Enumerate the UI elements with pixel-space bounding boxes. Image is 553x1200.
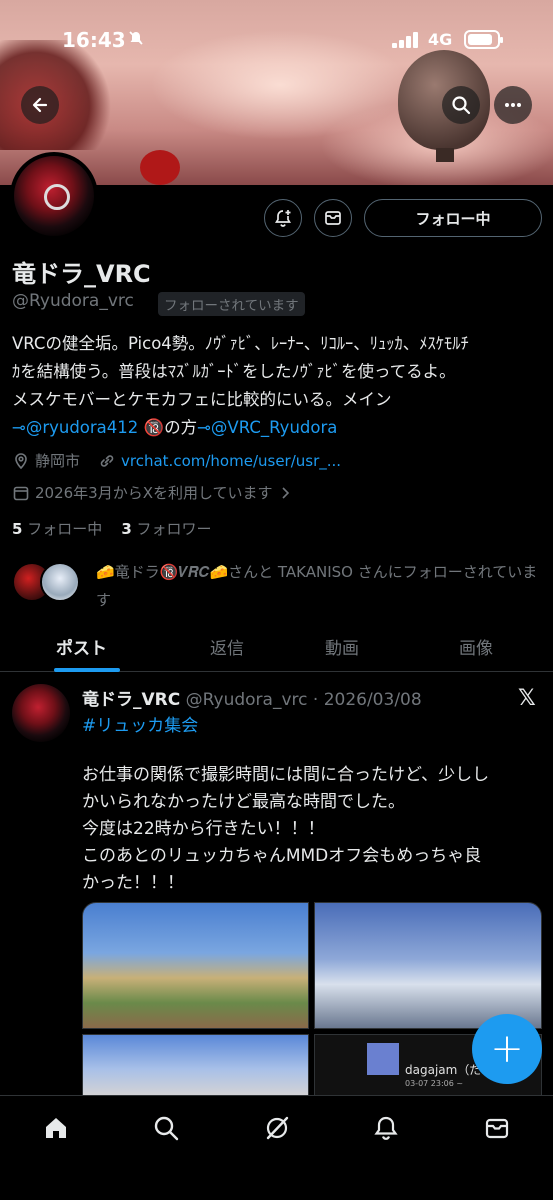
post-image[interactable] — [314, 902, 542, 1029]
bio-text: 🔞の方 — [138, 418, 198, 437]
tab-videos[interactable]: 動画 — [325, 634, 359, 659]
post-avatar[interactable] — [12, 684, 70, 742]
follow-counts: 5 フォロー中 3 フォロワー — [12, 518, 212, 539]
post-line: 今度は22時から行きたい！！！ — [82, 819, 325, 839]
post-line: お仕事の関係で撮影時間には間に合ったけど、少しし — [82, 765, 490, 785]
website-link[interactable]: vrchat.com/home/user/usr_... — [121, 452, 341, 470]
post-image[interactable] — [82, 902, 309, 1029]
bio-line: VRCの健全垢。Pico4勢。ﾉｳﾞｧﾋﾞ、ﾚｰﾅｰ、ﾘｺﾙｰ、ﾘｭｯｶ、ﾒｽｹ… — [12, 334, 469, 353]
post-text: お仕事の関係で撮影時間には間に合ったけど、少しし かいられなかったけど最高な時間… — [82, 762, 542, 897]
more-button[interactable] — [494, 86, 532, 124]
chevron-right-icon — [281, 486, 289, 499]
joined-text: 2026年3月からXを利用しています — [35, 484, 273, 502]
network-label: 4G — [428, 30, 453, 49]
messages-icon[interactable] — [481, 1112, 513, 1144]
location-text: 静岡市 — [35, 452, 81, 470]
followers-link[interactable]: 3 フォロワー — [121, 520, 211, 538]
post-image[interactable] — [82, 1034, 309, 1104]
post-author[interactable]: 竜ドラ_VRC — [82, 690, 180, 710]
bio-link-main[interactable]: @ryudora412 — [26, 418, 138, 437]
post-line: かった！！！ — [82, 873, 184, 893]
message-button[interactable] — [314, 199, 352, 237]
compose-button[interactable]: + — [472, 1014, 542, 1084]
search-button[interactable] — [442, 86, 480, 124]
signal-icon — [392, 32, 420, 48]
bio-line: ⊸@ryudora412 🔞の方⊸@VRC_Ryudora — [12, 418, 338, 437]
status-time: 16:43 — [62, 28, 126, 52]
location-row: 静岡市 vrchat.com/home/user/usr_... — [12, 450, 341, 471]
bio-line: メスケモバーとケモカフェに比較的にいる。メイン — [12, 390, 392, 409]
handle: @Ryudora_vrc — [12, 291, 134, 311]
joined-row[interactable]: 2026年3月からXを利用しています — [12, 482, 296, 503]
x-logo-icon: 𝕏 — [518, 686, 536, 711]
post-handle-date: @Ryudora_vrc · 2026/03/08 — [185, 690, 422, 710]
post-line: このあとのリュッカちゃんMMDオフ会もめっちゃ良 — [82, 846, 482, 866]
thumbnail — [367, 1043, 399, 1075]
follows-you-badge: フォローされています — [158, 292, 305, 316]
bottom-nav — [0, 1095, 553, 1200]
following-button[interactable]: フォロー中 — [364, 199, 542, 237]
arrow-left-icon — [32, 97, 48, 113]
tab-posts[interactable]: ポスト — [56, 634, 107, 659]
notifications-icon[interactable] — [370, 1112, 402, 1144]
link-icon — [100, 454, 114, 467]
back-button[interactable] — [21, 86, 59, 124]
notify-button[interactable] — [264, 199, 302, 237]
calendar-icon — [13, 486, 29, 500]
tab-images[interactable]: 画像 — [459, 634, 493, 659]
following-link[interactable]: 5 フォロー中 — [12, 520, 102, 538]
media-subtext: 03-07 23:06 ~ — [405, 1079, 464, 1088]
silent-bell-icon — [128, 30, 144, 50]
mail-icon — [325, 211, 341, 225]
profile-tabs: ポスト 返信 動画 画像 — [0, 626, 553, 672]
bell-plus-icon — [274, 210, 292, 227]
post-header: 竜ドラ_VRC @Ryudora_vrc · 2026/03/08 — [82, 685, 422, 710]
post-hashtag[interactable]: #リュッカ集会 — [82, 711, 198, 736]
mutual-text: 🧀竜ドラ🔞𝑽𝑹𝑪🧀さんと TAKANISO さんにフォローされています — [96, 563, 538, 609]
bio: VRCの健全垢。Pico4勢。ﾉｳﾞｧﾋﾞ、ﾚｰﾅｰ、ﾘｺﾙｰ、ﾘｭｯｶ、ﾒｽｹ… — [12, 330, 542, 442]
active-tab-indicator — [54, 668, 120, 672]
grok-icon[interactable] — [261, 1112, 293, 1144]
profile-avatar[interactable] — [10, 152, 98, 240]
media-name-tag: dagajam（だ — [405, 1063, 482, 1077]
mutual-avatar — [40, 562, 80, 602]
location-icon — [15, 452, 27, 469]
post-line: かいられなかったけど最高な時間でした。 — [82, 792, 405, 812]
more-icon — [505, 103, 521, 107]
home-icon[interactable] — [40, 1112, 72, 1144]
status-bar: 16:43 4G — [0, 24, 553, 60]
battery-icon — [464, 30, 503, 49]
tab-replies[interactable]: 返信 — [210, 634, 244, 659]
bio-line: ｶを結構使う。普段はﾏｽﾞﾙｶﾞｰﾄﾞをしたﾉｳﾞｧﾋﾞを使ってるよ。 — [12, 362, 456, 381]
display-name: 竜ドラ_VRC — [12, 260, 151, 288]
search-icon — [452, 96, 471, 115]
search-icon[interactable] — [150, 1112, 182, 1144]
bio-link-alt[interactable]: @VRC_Ryudora — [211, 418, 337, 437]
